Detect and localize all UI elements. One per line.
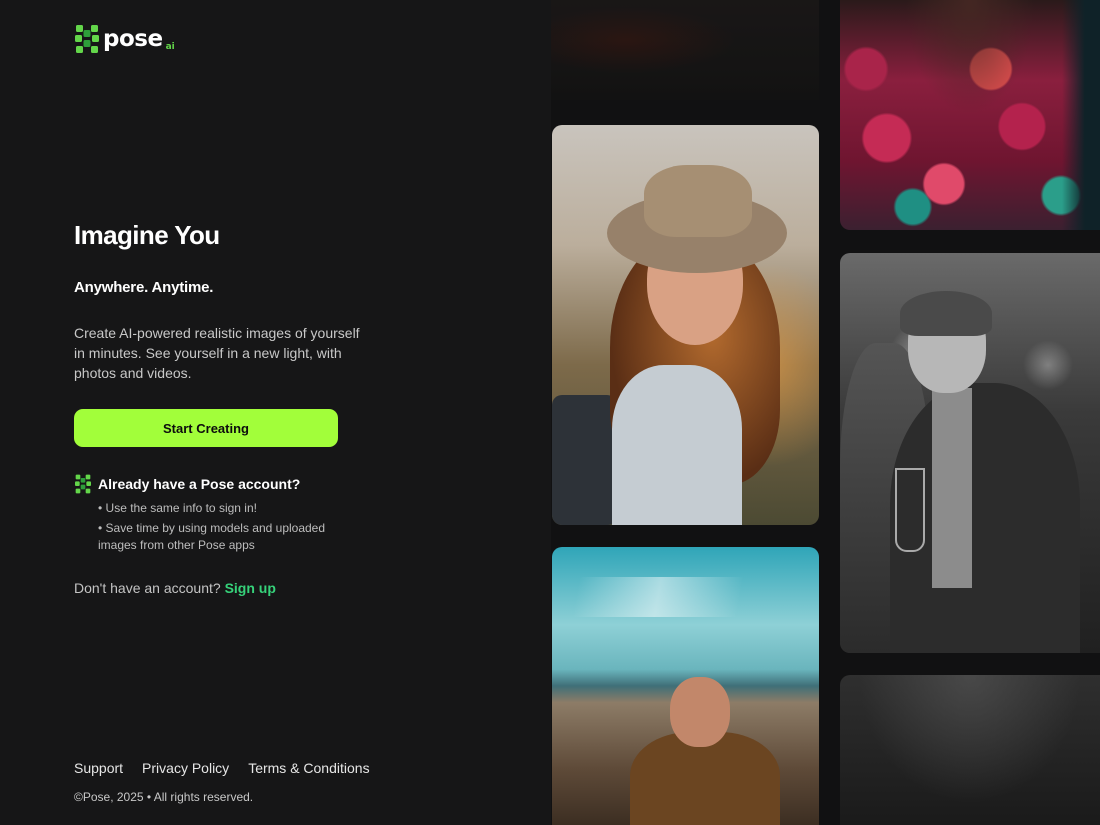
- start-creating-button[interactable]: Start Creating: [74, 409, 338, 447]
- gallery-photo-woman-hat: [552, 125, 819, 525]
- existing-account-benefits: Use the same info to sign in! Save time …: [98, 500, 348, 557]
- support-link[interactable]: Support: [74, 760, 123, 776]
- logo-ai-suffix: ai: [165, 42, 175, 52]
- gallery-photo-man-suit: [840, 253, 1100, 653]
- hero-subtitle: Anywhere. Anytime.: [74, 279, 214, 296]
- pose-logo[interactable]: pose ai: [74, 24, 175, 54]
- gallery-photo-beach: [552, 547, 819, 825]
- existing-account-title: Already have a Pose account?: [98, 476, 301, 492]
- privacy-policy-link[interactable]: Privacy Policy: [142, 760, 229, 776]
- signup-prompt-line: Don't have an account? Sign up: [74, 580, 276, 596]
- signup-prompt: Don't have an account?: [74, 580, 221, 596]
- intro-panel: pose ai Imagine You Anywhere. Anytime. C…: [0, 0, 551, 825]
- pose-logo-icon: [75, 474, 91, 494]
- hero-description: Create AI-powered realistic images of yo…: [74, 325, 360, 381]
- copyright: ©Pose, 2025 • All rights reserved.: [74, 790, 254, 804]
- gallery-photo-dark: [551, 0, 819, 100]
- list-item: Use the same info to sign in!: [98, 500, 348, 517]
- list-item: Save time by using models and uploaded i…: [98, 520, 348, 554]
- existing-account-heading: Already have a Pose account?: [74, 474, 300, 494]
- logo-wordmark: pose: [103, 25, 163, 52]
- hero-title: Imagine You: [74, 220, 220, 250]
- sign-up-link[interactable]: Sign up: [225, 580, 276, 596]
- photo-gallery: [551, 0, 1100, 825]
- pose-logo-icon: [75, 25, 99, 53]
- gallery-photo-interior: [840, 675, 1100, 825]
- sign-in-page: pose ai Imagine You Anywhere. Anytime. C…: [0, 0, 1100, 825]
- terms-link[interactable]: Terms & Conditions: [248, 760, 369, 776]
- footer-nav: Support Privacy Policy Terms & Condition…: [74, 760, 370, 776]
- gallery-photo-floral-shirt: [840, 0, 1100, 230]
